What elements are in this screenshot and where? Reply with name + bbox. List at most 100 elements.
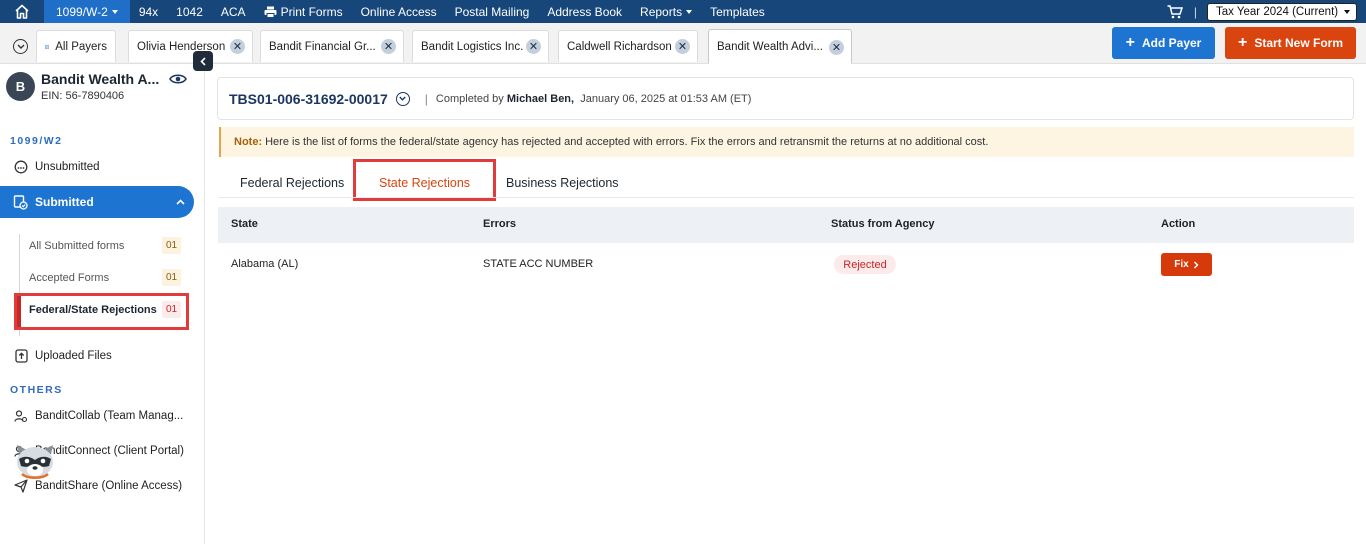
- close-icon[interactable]: ✕: [829, 40, 844, 55]
- nav-reports[interactable]: Reports: [631, 0, 701, 23]
- close-icon[interactable]: ✕: [230, 39, 245, 54]
- form-id: TBS01-006-31692-00017: [229, 90, 388, 107]
- tab-label: Bandit Logistics Inc.: [421, 40, 524, 53]
- cart-icon[interactable]: [1160, 4, 1190, 19]
- tax-year-value: Tax Year 2024 (Current): [1216, 5, 1339, 18]
- home-icon[interactable]: [0, 0, 44, 23]
- tab-all-payers[interactable]: All Payers: [36, 30, 116, 62]
- tab-label: Bandit Financial Gr...: [269, 40, 376, 53]
- completed-info: Completed by Michael Ben, January 06, 20…: [436, 93, 752, 105]
- column-header-state: State: [231, 218, 258, 230]
- tax-year-select[interactable]: Tax Year 2024 (Current): [1207, 2, 1357, 21]
- sidebar-item-uploaded-files[interactable]: Uploaded Files: [13, 349, 112, 363]
- note-banner: Note: Here is the list of forms the fede…: [219, 127, 1354, 157]
- nav-online-access[interactable]: Online Access: [352, 0, 446, 23]
- nav-address-book-label: Address Book: [547, 4, 623, 19]
- tab-label: Olivia Henderson: [137, 40, 226, 53]
- nav-1042-label: 1042: [176, 4, 203, 19]
- start-new-form-label: Start New Form: [1254, 36, 1344, 50]
- nav-online-access-label: Online Access: [360, 4, 437, 19]
- document-check-icon: [13, 194, 28, 210]
- nav-postal-mailing[interactable]: Postal Mailing: [446, 0, 539, 23]
- nav-1042[interactable]: 1042: [167, 0, 212, 23]
- chevron-up-icon: [176, 199, 185, 205]
- upload-file-icon: [13, 349, 29, 363]
- nav-templates-label: Templates: [710, 4, 765, 19]
- tab-caldwell-richardson[interactable]: Caldwell Richardson ✕: [558, 30, 698, 62]
- nav-1099-w2-label: 1099/W-2: [56, 4, 108, 19]
- nav-aca[interactable]: ACA: [212, 0, 255, 23]
- status-badge: Rejected: [834, 255, 896, 274]
- sidebar-item-unsubmitted[interactable]: Unsubmitted: [13, 160, 100, 174]
- completed-prefix: Completed by: [435, 92, 504, 105]
- tab-business-rejections[interactable]: Business Rejections: [506, 176, 619, 190]
- add-payer-label: Add Payer: [1141, 36, 1202, 50]
- tab-olivia-henderson[interactable]: Olivia Henderson ✕: [128, 30, 253, 62]
- clock-icon: [13, 160, 29, 174]
- avatar: B: [6, 72, 35, 101]
- team-icon: [13, 409, 29, 423]
- nav-print-forms-label: Print Forms: [280, 4, 343, 19]
- sidebar-item-label: Unsubmitted: [35, 161, 100, 173]
- nav-1099-w2[interactable]: 1099/W-2: [44, 0, 130, 23]
- count-badge: 01: [162, 269, 181, 286]
- grid-icon: [45, 44, 50, 49]
- nav-separator: |: [1193, 4, 1197, 19]
- nav-address-book[interactable]: Address Book: [538, 0, 631, 23]
- tab-bandit-wealth[interactable]: Bandit Wealth Advi... ✕: [708, 29, 852, 64]
- nav-print-forms[interactable]: Print Forms: [255, 0, 352, 23]
- cell-errors: STATE ACC NUMBER: [483, 258, 594, 270]
- section-heading-1099-w2: 1099/W2: [10, 135, 63, 147]
- nav-reports-label: Reports: [640, 4, 683, 19]
- plus-icon: +: [1237, 34, 1248, 51]
- chevron-right-icon: [1193, 260, 1199, 269]
- sidebar-item-label: Submitted: [35, 195, 94, 209]
- form-header: TBS01-006-31692-00017 | Completed by Mic…: [217, 77, 1354, 120]
- chevron-down-icon: [686, 9, 693, 14]
- tab-bandit-financial[interactable]: Bandit Financial Gr... ✕: [260, 30, 404, 62]
- fix-button[interactable]: Fix: [1161, 253, 1212, 276]
- add-payer-button[interactable]: + Add Payer: [1112, 27, 1215, 59]
- collapse-sidebar-button[interactable]: [193, 51, 213, 71]
- count-badge: 01: [162, 237, 181, 254]
- tab-label: Caldwell Richardson: [567, 40, 672, 53]
- sidebar-subitem-accepted[interactable]: Accepted Forms: [29, 272, 109, 284]
- chevron-left-icon: [200, 56, 206, 66]
- cell-state: Alabama (AL): [231, 258, 299, 270]
- nav-94x[interactable]: 94x: [130, 0, 167, 23]
- sidebar-item-label: BanditConnect (Client Portal): [35, 445, 184, 457]
- column-header-status: Status from Agency: [831, 218, 935, 230]
- start-new-form-button[interactable]: + Start New Form: [1225, 27, 1356, 59]
- tab-label: Bandit Wealth Advi...: [717, 40, 823, 53]
- chevron-down-icon: [1344, 9, 1350, 14]
- tab-federal-rejections[interactable]: Federal Rejections: [240, 176, 344, 190]
- completed-date: January 06, 2025 at 01:53 AM (ET): [580, 92, 752, 105]
- sidebar-subitem-rejections[interactable]: Federal/State Rejections: [29, 304, 157, 316]
- close-icon[interactable]: ✕: [675, 39, 690, 54]
- tab-bandit-logistics[interactable]: Bandit Logistics Inc. ✕: [412, 30, 549, 62]
- sidebar-subitem-all-submitted[interactable]: All Submitted forms: [29, 240, 124, 252]
- eye-icon[interactable]: [169, 72, 187, 90]
- close-icon[interactable]: ✕: [526, 39, 541, 54]
- sidebar-item-submitted[interactable]: Submitted: [0, 186, 194, 218]
- sidebar-item-label: BanditShare (Online Access): [35, 480, 183, 492]
- payer-name: Bandit Wealth A...: [41, 71, 160, 87]
- count-badge: 01: [162, 301, 181, 318]
- fix-label: Fix: [1174, 259, 1189, 270]
- raccoon-mascot-icon[interactable]: [13, 444, 57, 485]
- chevron-down-circle-icon[interactable]: [395, 91, 410, 106]
- chevron-down-circle-icon[interactable]: [13, 39, 28, 54]
- sidebar-item-label: Uploaded Files: [35, 350, 112, 362]
- divider: [219, 197, 1354, 198]
- note-label: Note:: [234, 136, 263, 148]
- tab-all-payers-label: All Payers: [55, 40, 107, 53]
- close-icon[interactable]: ✕: [381, 39, 396, 54]
- payer-ein: EIN: 56-7890406: [41, 90, 125, 102]
- nav-templates[interactable]: Templates: [701, 0, 774, 23]
- section-heading-others: OTHERS: [10, 384, 63, 396]
- nav-postal-mailing-label: Postal Mailing: [454, 4, 530, 19]
- column-header-errors: Errors: [483, 218, 517, 230]
- nav-94x-label: 94x: [138, 4, 159, 19]
- active-indicator: [17, 296, 21, 327]
- sidebar-item-banditcollab[interactable]: BanditCollab (Team Manag...: [13, 409, 183, 423]
